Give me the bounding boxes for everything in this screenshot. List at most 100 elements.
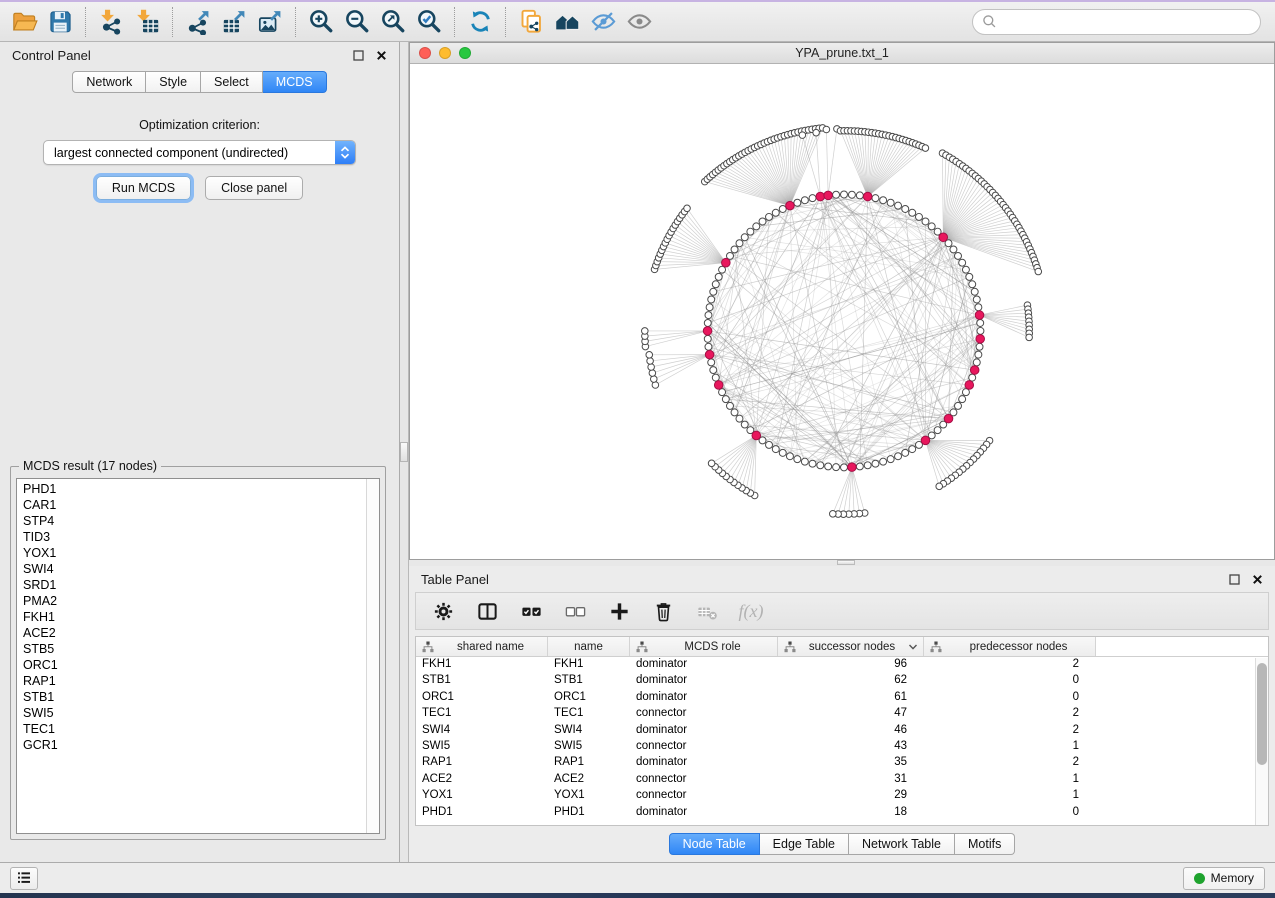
mcds-result-item[interactable]: SRD1 [23, 577, 365, 593]
network-node[interactable] [813, 129, 820, 136]
network-node[interactable] [971, 288, 978, 295]
network-dominator-node[interactable] [705, 350, 714, 359]
network-node[interactable] [705, 312, 712, 319]
column-header-MCDS-role[interactable]: MCDS role [630, 637, 778, 656]
network-node[interactable] [950, 246, 957, 253]
network-node[interactable] [833, 464, 840, 471]
network-node[interactable] [959, 259, 966, 266]
column-header-predecessor-nodes[interactable]: predecessor nodes [924, 637, 1096, 656]
network-node[interactable] [973, 359, 980, 366]
network-dominator-node[interactable] [848, 463, 857, 472]
network-node[interactable] [649, 370, 656, 377]
network-node[interactable] [969, 281, 976, 288]
apply-layout-icon[interactable] [462, 5, 498, 39]
network-node[interactable] [753, 223, 760, 230]
mcds-result-item[interactable]: SWI5 [23, 705, 365, 721]
network-node[interactable] [794, 456, 801, 463]
network-node[interactable] [825, 463, 832, 470]
network-dominator-node[interactable] [970, 366, 979, 375]
zoom-out-icon[interactable] [339, 5, 375, 39]
network-node[interactable] [741, 234, 748, 241]
network-node[interactable] [794, 199, 801, 206]
network-node[interactable] [915, 213, 922, 220]
table-tab-motifs[interactable]: Motifs [955, 833, 1015, 855]
network-node[interactable] [856, 463, 863, 470]
mcds-result-item[interactable]: FKH1 [23, 609, 365, 625]
network-node[interactable] [976, 343, 983, 350]
table-row[interactable]: SWI5SWI5connector431 [416, 739, 1268, 755]
network-node[interactable] [909, 446, 916, 453]
network-node[interactable] [880, 197, 887, 204]
network-node[interactable] [895, 202, 902, 209]
network-node[interactable] [959, 396, 966, 403]
network-node[interactable] [962, 389, 969, 396]
optimization-criterion-select[interactable]: largest connected component (undirected) [43, 140, 356, 165]
network-node[interactable] [706, 304, 713, 311]
network-node[interactable] [809, 460, 816, 467]
float-panel-icon[interactable] [353, 50, 364, 61]
network-node[interactable] [936, 483, 943, 490]
network-node[interactable] [772, 446, 779, 453]
network-node[interactable] [642, 328, 649, 335]
memory-button[interactable]: Memory [1183, 867, 1265, 890]
mcds-result-item[interactable]: TID3 [23, 529, 365, 545]
export-table-icon[interactable] [216, 5, 252, 39]
network-node[interactable] [833, 191, 840, 198]
network-node[interactable] [646, 352, 653, 359]
network-node[interactable] [741, 421, 748, 428]
table-row[interactable]: PHD1PHD1dominator180 [416, 805, 1268, 821]
import-table-icon[interactable] [129, 5, 165, 39]
network-node[interactable] [969, 374, 976, 381]
network-node[interactable] [934, 427, 941, 434]
network-dominator-node[interactable] [921, 436, 930, 445]
network-dominator-node[interactable] [752, 431, 761, 440]
network-node[interactable] [772, 209, 779, 216]
column-header-shared-name[interactable]: shared name [416, 637, 548, 656]
network-dominator-node[interactable] [722, 258, 731, 267]
mcds-result-item[interactable]: STP4 [23, 513, 365, 529]
mcds-result-item[interactable]: PMA2 [23, 593, 365, 609]
mcds-result-item[interactable]: SWI4 [23, 561, 365, 577]
table-tab-edge-table[interactable]: Edge Table [760, 833, 849, 855]
network-node[interactable] [647, 358, 654, 365]
network-node[interactable] [864, 462, 871, 469]
select-all-icon[interactable] [514, 595, 548, 627]
network-node[interactable] [704, 335, 711, 342]
network-node[interactable] [902, 206, 909, 213]
network-dominator-node[interactable] [824, 191, 833, 200]
mcds-result-item[interactable]: GCR1 [23, 737, 365, 753]
network-node[interactable] [856, 192, 863, 199]
network-node[interactable] [1026, 334, 1033, 341]
network-node[interactable] [799, 132, 806, 139]
network-node[interactable] [955, 402, 962, 409]
network-dominator-node[interactable] [965, 381, 974, 390]
network-node[interactable] [708, 359, 715, 366]
network-node[interactable] [887, 199, 894, 206]
network-node[interactable] [880, 458, 887, 465]
first-neighbors-icon[interactable] [549, 5, 585, 39]
network-node[interactable] [801, 458, 808, 465]
table-row[interactable]: ACE2ACE2connector311 [416, 772, 1268, 788]
show-all-icon[interactable] [621, 5, 657, 39]
network-node[interactable] [722, 396, 729, 403]
network-node[interactable] [922, 218, 929, 225]
table-row[interactable]: YOX1YOX1connector291 [416, 788, 1268, 804]
mcds-result-item[interactable]: YOX1 [23, 545, 365, 561]
table-scrollbar[interactable] [1255, 658, 1268, 825]
tab-style[interactable]: Style [146, 71, 201, 93]
close-panel-icon[interactable] [376, 50, 387, 61]
network-node[interactable] [841, 464, 848, 471]
close-window-icon[interactable] [419, 47, 431, 59]
float-panel-icon[interactable] [1229, 574, 1240, 585]
network-node[interactable] [727, 402, 734, 409]
network-node[interactable] [830, 511, 837, 518]
table-row[interactable]: STB1STB1dominator620 [416, 673, 1268, 689]
network-node[interactable] [975, 351, 982, 358]
network-node[interactable] [786, 453, 793, 460]
export-network-icon[interactable] [180, 5, 216, 39]
network-node[interactable] [962, 266, 969, 273]
column-header-name[interactable]: name [548, 637, 630, 656]
network-dominator-node[interactable] [703, 327, 712, 336]
network-node[interactable] [973, 296, 980, 303]
network-node[interactable] [895, 453, 902, 460]
